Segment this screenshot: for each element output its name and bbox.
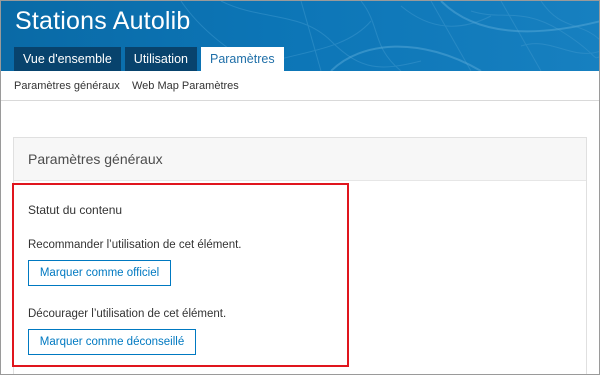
sub-navigation: Paramètres généraux Web Map Paramètres <box>1 71 599 101</box>
tab-usage[interactable]: Utilisation <box>124 47 197 71</box>
subnav-general-settings[interactable]: Paramètres généraux <box>14 80 120 92</box>
tab-overview[interactable]: Vue d'ensemble <box>14 47 121 71</box>
tab-settings[interactable]: Paramètres <box>200 47 284 71</box>
app-window: Stations Autolib Vue d'ensemble Utilisat… <box>0 0 600 375</box>
panel-header: Paramètres généraux <box>14 138 586 181</box>
panel-title: Paramètres généraux <box>28 151 163 167</box>
highlight-box <box>12 183 349 367</box>
header-banner: Stations Autolib Vue d'ensemble Utilisat… <box>1 1 599 71</box>
app-title: Stations Autolib <box>15 7 191 35</box>
subnav-web-map-settings[interactable]: Web Map Paramètres <box>132 80 239 92</box>
tab-bar: Vue d'ensemble Utilisation Paramètres <box>14 47 284 71</box>
